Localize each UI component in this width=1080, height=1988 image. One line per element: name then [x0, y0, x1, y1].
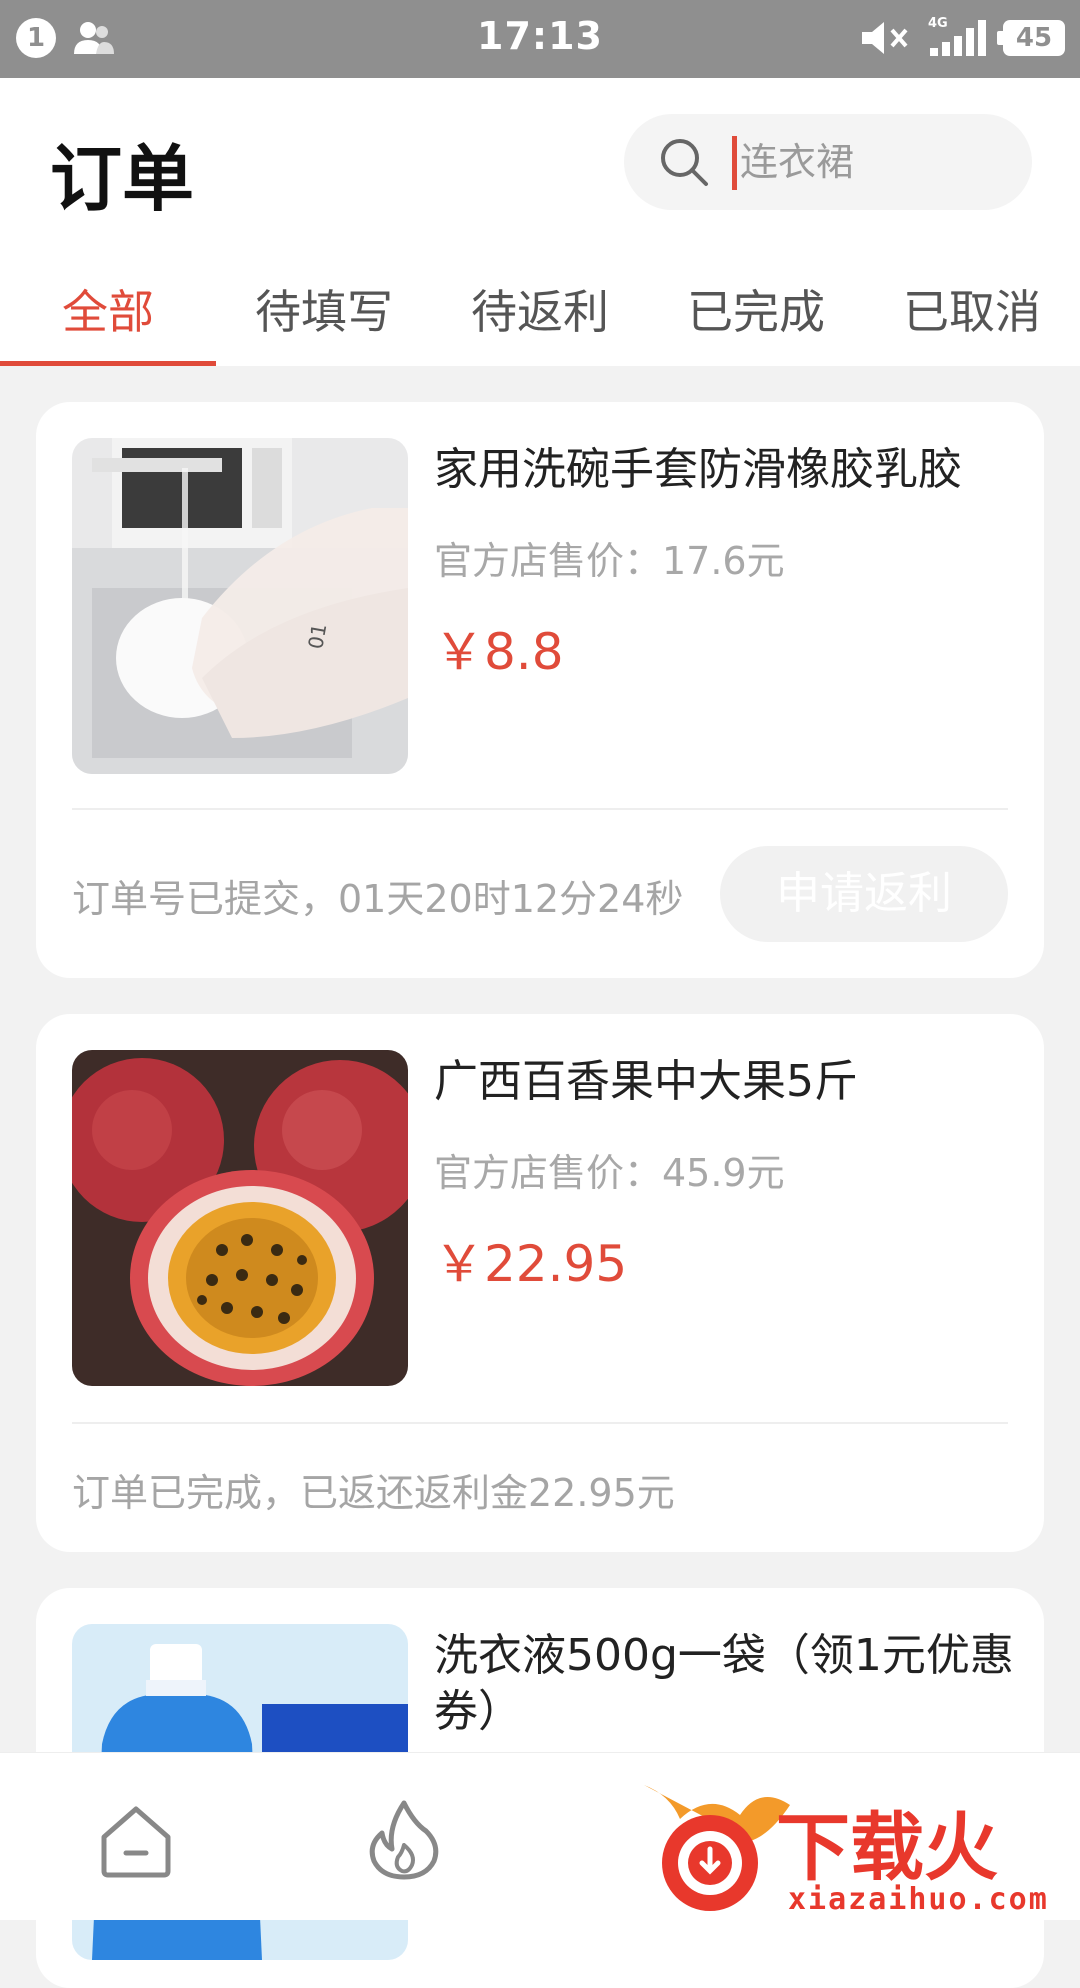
header: 订单 全部 待填写 待返利 已完成 已取消: [0, 78, 1080, 366]
rebate-price: ￥8.8: [434, 623, 564, 681]
dish-gloves-photo: 01: [72, 438, 408, 774]
search-icon: [661, 139, 708, 186]
product-title: 洗衣液500g一袋（领1元优惠券）: [434, 1630, 1014, 1737]
tab-cancelled[interactable]: 已取消: [864, 258, 1080, 366]
passion-fruit-photo: [72, 1050, 408, 1386]
card-divider: [72, 1422, 1008, 1424]
order-card[interactable]: 广西百香果中大果5斤 官方店售价：45.9元 ￥22.95 订单已完成，已返还返…: [36, 1014, 1044, 1552]
svg-text:01: 01: [303, 622, 331, 651]
order-status: 订单号已提交，01天20时12分24秒: [72, 877, 684, 921]
order-status: 订单已完成，已返还返利金22.95元: [72, 1471, 675, 1515]
clock: 17:13: [477, 14, 603, 58]
home-icon[interactable]: [96, 1801, 176, 1881]
status-bar: 1 17:13 4G 45: [0, 0, 1080, 78]
order-tabs: 全部 待填写 待返利 已完成 已取消: [0, 258, 1080, 366]
rebate-price: ￥22.95: [434, 1235, 628, 1293]
text-caret: [732, 136, 737, 190]
tab-all[interactable]: 全部: [0, 258, 216, 366]
tab-pending-rebate[interactable]: 待返利: [432, 258, 648, 366]
card-divider: [72, 808, 1008, 810]
tab-completed[interactable]: 已完成: [648, 258, 864, 366]
bottom-nav: 下载火 xiazaihuo.com: [0, 1752, 1080, 1920]
tab-pending-fill[interactable]: 待填写: [216, 258, 432, 366]
product-title: 家用洗碗手套防滑橡胶乳胶: [434, 444, 962, 495]
product-title: 广西百香果中大果5斤: [434, 1056, 858, 1107]
search-box[interactable]: [624, 114, 1032, 210]
original-price: 官方店售价：17.6元: [434, 539, 785, 583]
signal-icon: 4G: [928, 16, 986, 56]
order-card[interactable]: 01 家用洗碗手套防滑橡胶乳胶 官方店售价：17.6元 ￥8.8 订单号已提交，…: [36, 402, 1044, 978]
mute-icon: [862, 22, 908, 54]
original-price: 官方店售价：45.9元: [434, 1151, 785, 1195]
watermark-logo: 下载火 xiazaihuo.com: [644, 1785, 1049, 1915]
page-title: 订单: [50, 137, 195, 221]
apply-rebate-button[interactable]: 申请返利: [720, 846, 1008, 942]
watermark-url: xiazaihuo.com: [788, 1882, 1049, 1915]
watermark-text: 下载火: [776, 1805, 998, 1891]
search-input[interactable]: [740, 128, 1010, 196]
battery-icon: 45: [997, 20, 1065, 56]
fire-icon[interactable]: [364, 1797, 444, 1881]
network-label: 4G: [928, 16, 948, 31]
